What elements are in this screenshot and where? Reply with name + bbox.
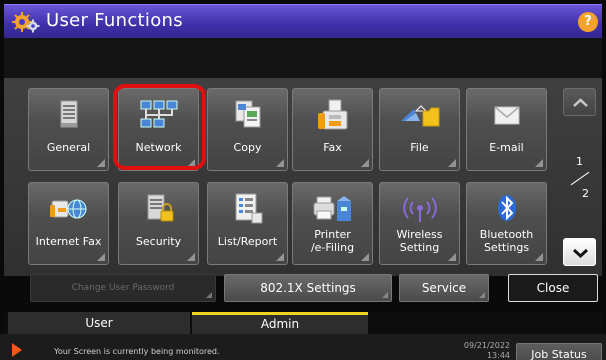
date-time: 09/21/2022 13:44: [458, 341, 510, 360]
gears-icon: [12, 12, 40, 33]
tile-label: Network: [135, 141, 182, 154]
tile-security[interactable]: Security: [118, 182, 199, 265]
tile-label: Internet Fax: [35, 235, 102, 248]
printer-efiling-icon: [313, 196, 351, 221]
date: 09/21/2022: [463, 341, 510, 350]
submenu-indicator: [448, 159, 456, 167]
monitor-alert-icon: [12, 343, 22, 357]
message-area: [4, 38, 602, 78]
tile-file[interactable]: File: [379, 88, 460, 171]
submenu-indicator: [382, 292, 388, 298]
file-icon: [400, 105, 439, 127]
window-title: User Functions: [46, 10, 183, 31]
button-label: Change User Password: [71, 283, 175, 293]
service-button[interactable]: Service: [399, 274, 489, 302]
tile-wireless-setting[interactable]: Wireless Setting: [379, 182, 460, 265]
internet-fax-icon: [49, 199, 86, 219]
dot1x-settings-button[interactable]: 802.1X Settings: [224, 274, 392, 302]
tile-copy[interactable]: Copy: [207, 88, 288, 171]
chevron-up-icon: [573, 98, 588, 107]
wireless-icon: [402, 197, 437, 222]
list-report-icon: [235, 193, 262, 224]
tile-email[interactable]: E-mail: [466, 88, 547, 171]
tile-label: Copy: [233, 141, 262, 154]
time: 13:44: [486, 351, 510, 360]
submenu-indicator: [535, 159, 543, 167]
help-button[interactable]: ?: [578, 12, 598, 32]
submenu-indicator: [276, 253, 284, 261]
current-page: 1: [576, 155, 583, 168]
button-label: Service: [421, 281, 467, 295]
tab-user[interactable]: User: [8, 312, 190, 334]
submenu-indicator: [187, 159, 195, 167]
tile-label: Wireless Setting: [396, 228, 443, 254]
security-icon: [147, 194, 173, 222]
email-icon: [494, 106, 519, 125]
chevron-down-icon: [572, 248, 589, 259]
title-bar: User Functions ?: [4, 4, 602, 38]
submenu-indicator: [535, 253, 543, 261]
job-status-button[interactable]: Job Status: [516, 343, 602, 360]
tile-internet-fax[interactable]: Internet Fax: [28, 182, 109, 265]
tile-list-report[interactable]: List/Report: [207, 182, 288, 265]
close-button[interactable]: Close: [508, 274, 598, 302]
tile-label: General: [46, 141, 91, 154]
tab-admin[interactable]: Admin: [192, 312, 368, 334]
network-icon: [140, 100, 177, 128]
bluetooth-icon: [497, 195, 516, 221]
submenu-indicator: [276, 159, 284, 167]
submenu-indicator: [361, 159, 369, 167]
mode-tabs: User Admin: [4, 312, 602, 334]
submenu-indicator: [97, 159, 105, 167]
tile-bluetooth-settings[interactable]: Bluetooth Settings: [466, 182, 547, 265]
submenu-indicator: [448, 253, 456, 261]
scroll-down-button[interactable]: [563, 238, 596, 266]
tile-label: File: [410, 141, 429, 154]
tile-label: Fax: [323, 141, 342, 154]
scroll-up-button[interactable]: [563, 88, 596, 116]
submenu-indicator: [97, 253, 105, 261]
tile-label: Security: [135, 235, 182, 248]
status-bar: Your Screen is currently being monitored…: [0, 334, 606, 360]
tile-fax[interactable]: Fax: [292, 88, 373, 171]
tile-printer-efiling[interactable]: Printer /e-Filing: [292, 182, 373, 265]
submenu-indicator: [187, 253, 195, 261]
tile-label: Printer /e-Filing: [310, 228, 355, 254]
submenu-indicator: [206, 292, 212, 298]
page-separator: [570, 171, 590, 186]
total-pages: 2: [582, 187, 589, 200]
general-icon: [60, 100, 77, 128]
tile-label: E-mail: [489, 141, 524, 154]
submenu-indicator: [479, 292, 485, 298]
button-label: 802.1X Settings: [260, 281, 356, 295]
button-label: Close: [536, 281, 570, 295]
tile-label: Bluetooth Settings: [479, 228, 534, 254]
tile-network[interactable]: Network: [118, 88, 199, 171]
copy-icon: [235, 100, 260, 128]
tile-general[interactable]: General: [28, 88, 109, 171]
status-message: Your Screen is currently being monitored…: [54, 347, 220, 356]
submenu-indicator: [361, 253, 369, 261]
fax-icon: [317, 99, 347, 130]
tile-label: List/Report: [217, 235, 278, 248]
change-user-password-button[interactable]: Change User Password: [30, 274, 216, 302]
page-indicator: 1 2: [565, 155, 595, 203]
